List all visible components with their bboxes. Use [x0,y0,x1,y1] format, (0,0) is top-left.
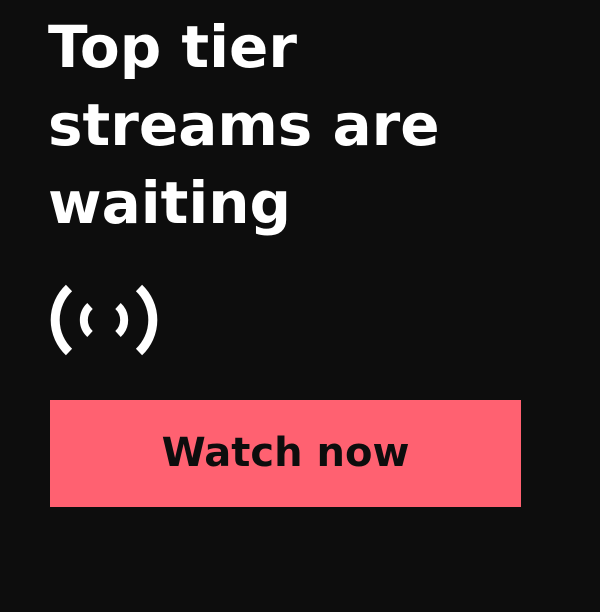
live-broadcast-icon [50,284,158,356]
watch-now-button[interactable]: Watch now [50,400,521,507]
headline-line-3: waiting [48,169,292,237]
headline-line-1: Top tier [48,13,297,81]
ad-banner[interactable]: Top tier streams are waiting Watch now [0,0,600,612]
headline: Top tier streams are waiting [48,8,568,242]
headline-line-2: streams are [48,91,440,159]
